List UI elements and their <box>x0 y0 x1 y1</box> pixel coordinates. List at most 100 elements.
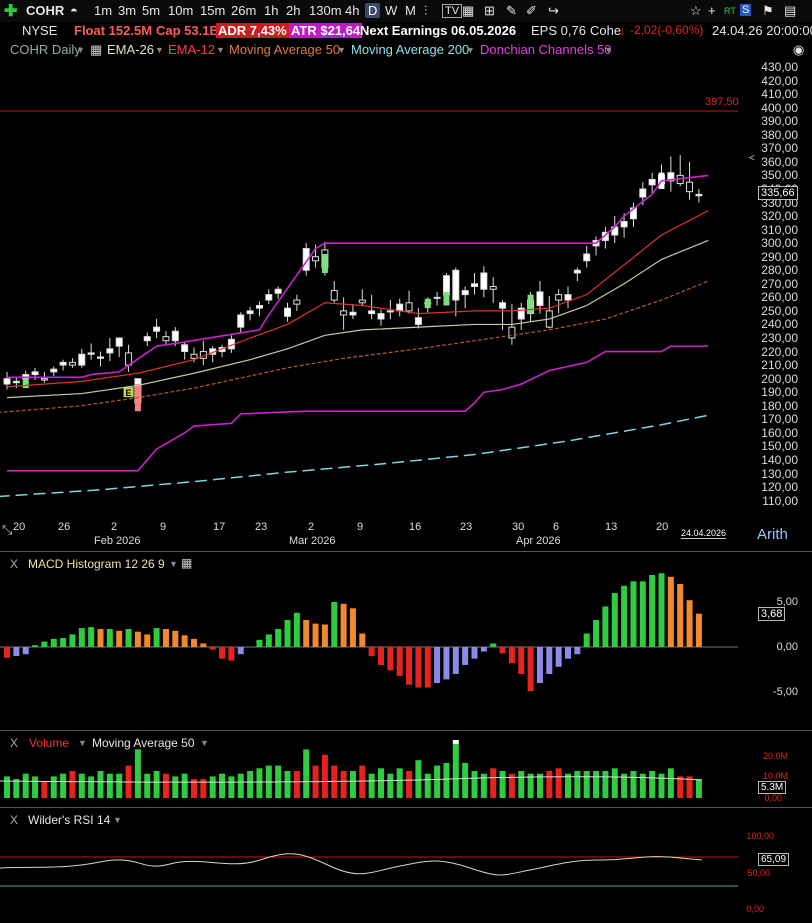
chevron-down-icon[interactable]: ▼ <box>604 45 613 55</box>
volume-bar <box>480 773 487 798</box>
news-icon[interactable]: ▤ <box>784 3 796 19</box>
macd-bar <box>686 600 693 647</box>
candle-body <box>471 283 478 288</box>
price-tick: 320,00 <box>761 209 798 224</box>
candle-body <box>480 272 488 290</box>
macd-bar <box>69 634 76 647</box>
draw-icon[interactable]: ✎ <box>506 3 517 19</box>
symbol-label[interactable]: COHR Daily <box>10 42 81 57</box>
candle-body <box>171 330 179 342</box>
tf-3m[interactable]: 3m <box>118 3 136 18</box>
add-icon[interactable]: ✚ <box>4 1 17 21</box>
ma200-label[interactable]: Moving Average 200 <box>351 42 469 57</box>
volume-bar <box>602 771 609 798</box>
ema26-label[interactable]: EMA-26 <box>107 42 154 57</box>
ma50-label[interactable]: Moving Average 50 <box>229 42 340 57</box>
candle-body <box>648 178 656 186</box>
macd-bar <box>162 629 169 647</box>
tf-m[interactable]: M <box>405 3 416 18</box>
candle-body <box>115 337 123 347</box>
price-tick: 210,00 <box>761 358 798 373</box>
volume-bar <box>134 749 141 798</box>
star-icon[interactable]: ☆ <box>690 3 702 19</box>
volume-tick: 20.0M <box>762 751 788 761</box>
chevron-down-icon[interactable]: ▼ <box>466 45 475 55</box>
tf-1h[interactable]: 1h <box>264 3 278 18</box>
donchian-label[interactable]: Donchian Channels 50 <box>480 42 612 57</box>
volume-bar <box>181 773 188 798</box>
volume-bar <box>611 768 618 798</box>
volume-bar <box>658 773 665 798</box>
chart-type-icon[interactable]: ◓ <box>70 3 78 18</box>
volume-bar <box>565 773 571 798</box>
ticker-symbol[interactable]: COHR <box>26 3 64 18</box>
price-tick: 260,00 <box>761 290 798 305</box>
plus-icon[interactable]: + <box>708 3 716 18</box>
collapse-arrow-icon[interactable]: ⤡ <box>2 522 12 538</box>
tf-w[interactable]: W <box>385 3 397 18</box>
tf-2h[interactable]: 2h <box>286 3 300 18</box>
tf-d[interactable]: D <box>365 3 381 18</box>
tf-130m[interactable]: 130m <box>309 3 342 18</box>
date-tick: 2 <box>308 521 315 533</box>
date-tick: 9 <box>160 521 167 533</box>
chevron-down-icon[interactable]: ▼ <box>337 45 346 55</box>
flag-icon[interactable]: ⚑ <box>762 3 774 19</box>
volume-bar <box>22 773 29 798</box>
down-arrow-icon: ↓ <box>619 23 626 38</box>
date-tick: 20 <box>13 521 26 533</box>
edit-icon[interactable]: ✐ <box>526 3 537 19</box>
grid-icon[interactable]: ⊞ <box>484 3 495 19</box>
volume-bar <box>546 771 553 798</box>
rsi-tick: 100,00 <box>746 831 774 841</box>
candle-body <box>181 344 189 353</box>
tf-1m[interactable]: 1m <box>94 3 112 18</box>
macd-bar <box>116 630 123 647</box>
rt-icon[interactable]: RT <box>724 6 736 16</box>
tf-5m[interactable]: 5m <box>142 3 160 18</box>
price-tick: 240,00 <box>761 317 798 332</box>
price-tick: 250,00 <box>761 303 798 318</box>
chevron-down-icon[interactable]: ▼ <box>216 45 225 55</box>
tf-15m[interactable]: 15m <box>200 3 225 18</box>
settings-grid-icon[interactable]: ▦ <box>90 42 102 58</box>
candle-body <box>237 314 245 328</box>
volume-bar <box>630 771 637 798</box>
volume-bar <box>499 771 506 798</box>
macd-bar <box>200 643 207 647</box>
ema12-label[interactable]: EMA-12 <box>168 42 215 57</box>
price-tick: 290,00 <box>761 249 798 264</box>
highlight-candle <box>22 378 29 389</box>
tv-icon[interactable]: TV <box>442 4 463 18</box>
candle-body <box>78 353 86 366</box>
color-wheel-icon[interactable]: ◉ <box>793 42 804 58</box>
share-icon[interactable]: ↪ <box>548 3 559 19</box>
price-tick: 400,00 <box>761 100 798 115</box>
price-chart[interactable]: E <box>0 60 812 550</box>
date-tick: 16 <box>409 521 422 533</box>
tf-10m[interactable]: 10m <box>168 3 193 18</box>
volume-chart[interactable] <box>0 740 812 804</box>
volume-bar <box>667 768 674 798</box>
macd-tick: 0,00 <box>776 641 798 653</box>
macd-bar <box>284 620 291 647</box>
earnings-value: Next Earnings 06.05.2026 <box>360 23 517 38</box>
candle-style-icon[interactable]: ⫶ <box>424 3 427 19</box>
tf-4h[interactable]: 4h <box>345 3 359 18</box>
macd-bar <box>424 647 431 688</box>
donchian-upper <box>7 174 709 379</box>
candle-body <box>293 299 301 305</box>
chevron-down-icon[interactable]: ▼ <box>155 45 164 55</box>
calculator-icon[interactable]: ▦ <box>462 3 474 19</box>
tf-26m[interactable]: 26m <box>231 3 256 18</box>
s-icon[interactable]: S <box>740 4 752 16</box>
chevron-down-icon[interactable]: ▼ <box>76 45 85 55</box>
volume-bar <box>88 776 95 798</box>
macd-bar <box>518 647 525 674</box>
macd-bar <box>406 647 413 685</box>
date-tick: 13 <box>605 521 618 533</box>
rsi-chart[interactable] <box>0 820 812 920</box>
scale-mode[interactable]: Arith <box>757 526 788 543</box>
macd-chart[interactable] <box>0 560 812 730</box>
macd-bar <box>237 647 244 655</box>
